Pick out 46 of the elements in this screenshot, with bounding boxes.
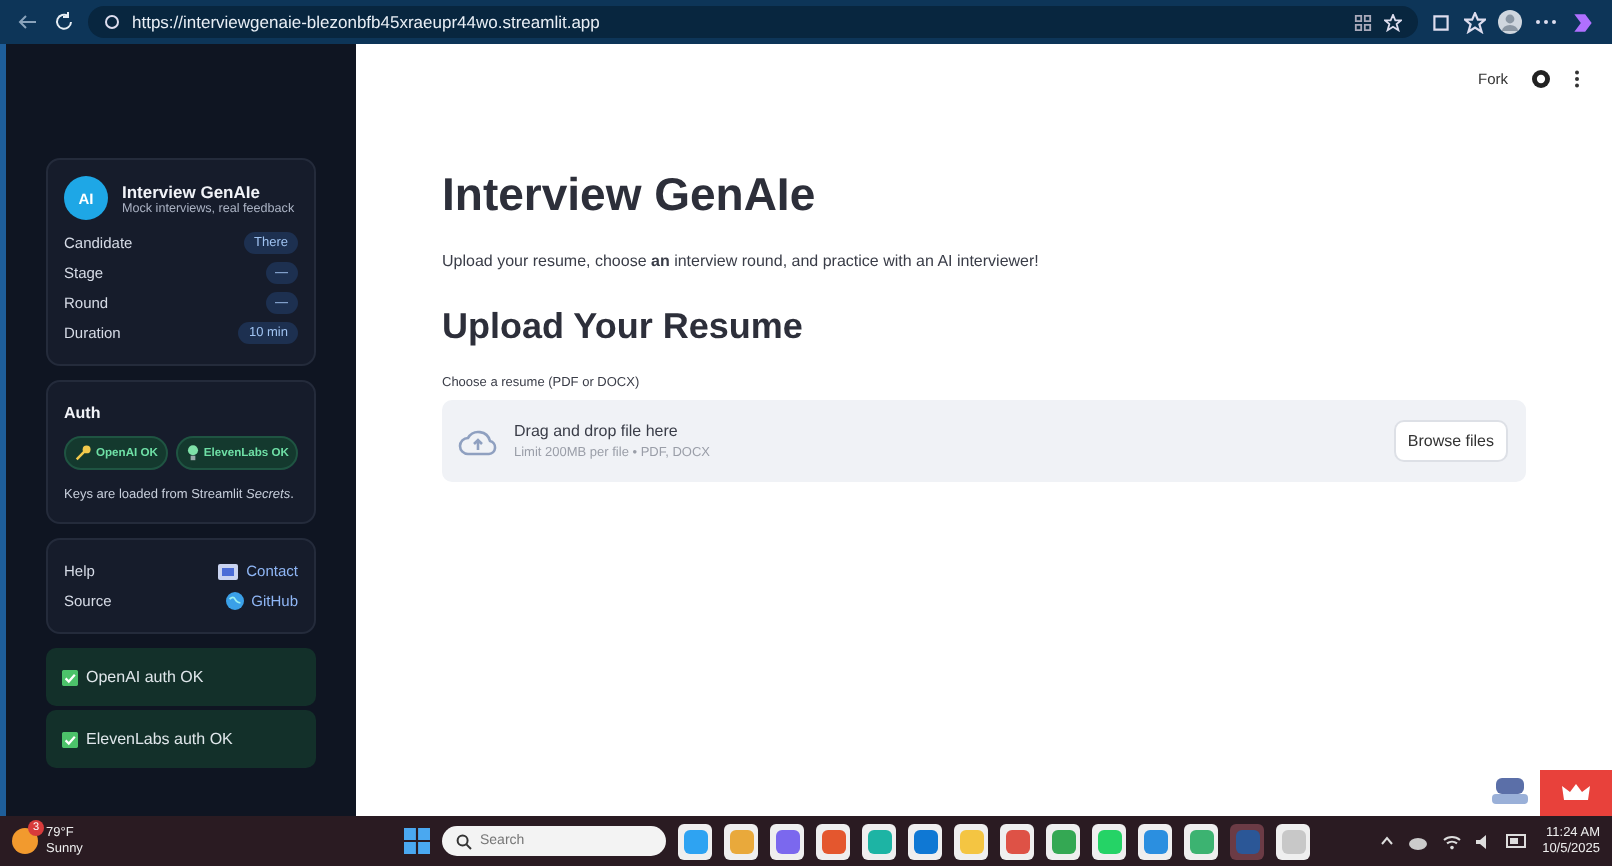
upload-cloud-icon (458, 427, 498, 455)
page-title: Interview GenAIe (442, 168, 818, 222)
app-title: Interview GenAIe (122, 181, 262, 201)
address-bar[interactable]: https://interviewgenaie-blezonbfb45xraeupr44wo.streamlit.app (88, 6, 1418, 38)
globe-icon (225, 592, 244, 610)
cloud-icon[interactable] (1408, 833, 1429, 849)
weather-icon[interactable] (12, 828, 38, 854)
search-icon (456, 833, 472, 849)
taskbar-app[interactable] (908, 823, 942, 859)
menu-icon[interactable] (1574, 70, 1580, 88)
bulb-icon (185, 444, 200, 462)
browse-button[interactable]: Browse files (1393, 420, 1508, 462)
auth-heading: Auth (64, 404, 103, 422)
wifi-icon[interactable] (1442, 833, 1463, 849)
key-icon (74, 444, 92, 462)
back-icon[interactable] (16, 10, 40, 34)
star-icon[interactable] (1384, 13, 1402, 31)
taskbar-app[interactable] (862, 823, 896, 859)
taskbar-app[interactable] (724, 823, 758, 859)
crown-icon (1562, 784, 1590, 802)
taskbar-app[interactable] (1276, 823, 1310, 859)
battery-icon[interactable] (1506, 834, 1529, 848)
grid-icon[interactable] (1354, 13, 1372, 31)
drop-text: Drag and drop file here (514, 422, 680, 440)
taskbar-app[interactable] (954, 823, 988, 859)
taskbar-app[interactable] (1092, 823, 1126, 859)
more-icon[interactable] (1534, 18, 1558, 26)
taskbar-app[interactable] (1046, 823, 1080, 859)
alert-text: OpenAI auth OK (86, 668, 204, 686)
reload-icon[interactable] (52, 10, 76, 34)
taskbar-app[interactable] (678, 823, 712, 859)
extension-icon[interactable] (1430, 11, 1452, 33)
streamlit-badge[interactable] (1540, 770, 1612, 816)
intro-text: Upload your resume, choose an interview round, and practice with an AI interviewer! (442, 252, 1041, 270)
taskbar-app[interactable] (1184, 823, 1218, 859)
taskbar-app[interactable] (1138, 823, 1172, 859)
taskbar-app[interactable] (1000, 823, 1034, 859)
chevron-up-icon[interactable] (1380, 836, 1395, 846)
avatar-icon[interactable] (1498, 10, 1522, 34)
section-heading: Upload Your Resume (442, 306, 805, 348)
favorites-icon[interactable] (1464, 11, 1486, 33)
taskbar-app[interactable] (816, 823, 850, 859)
envelope-icon (218, 563, 239, 579)
alert-text: ElevenLabs auth OK (86, 730, 233, 748)
taskbar-app[interactable] (770, 823, 804, 859)
start-icon[interactable] (404, 828, 430, 854)
